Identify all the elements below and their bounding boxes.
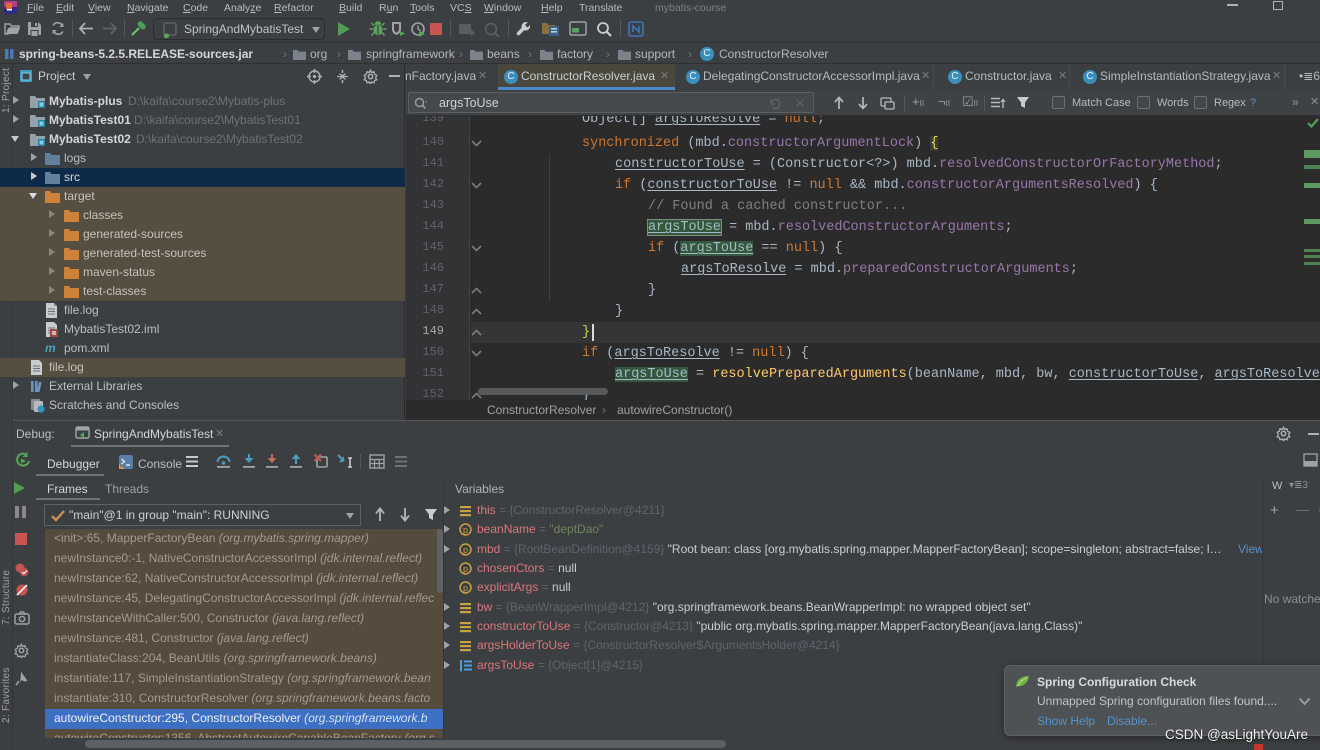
svg-text:p: p [463, 583, 468, 593]
svg-text:!: ! [120, 465, 121, 470]
svg-text:p: p [463, 545, 468, 555]
svg-text:p: p [463, 525, 468, 535]
svg-text:p: p [463, 564, 468, 574]
